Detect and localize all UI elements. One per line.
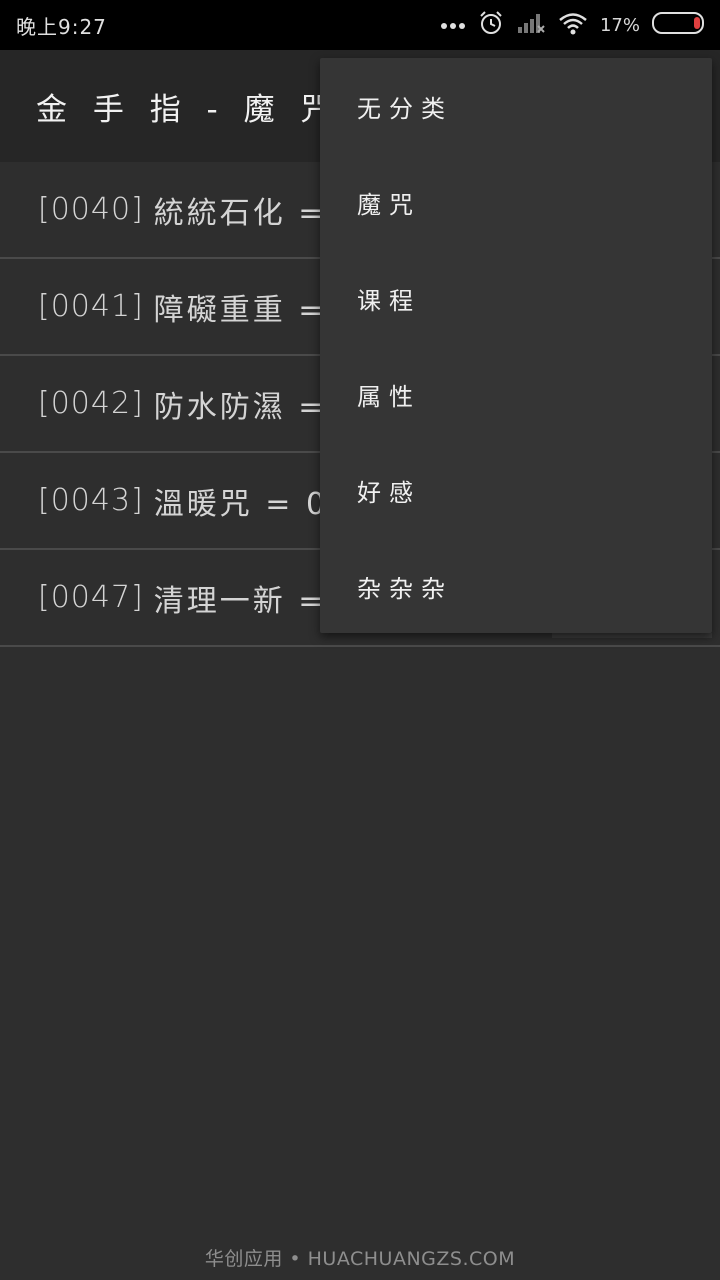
- battery-percentage: 17%: [599, 14, 640, 36]
- signal-icon: [516, 11, 546, 39]
- menu-item-uncategorized[interactable]: 无分类: [320, 58, 712, 154]
- page-title: 金 手 指 - 魔 咒: [36, 91, 340, 128]
- item-text: 統統石化 =: [153, 195, 327, 231]
- item-code: [0040]: [38, 192, 144, 227]
- alarm-icon: [478, 10, 504, 40]
- item-code: [0043]: [38, 483, 144, 518]
- item-code: [0047]: [38, 580, 144, 615]
- item-text: 清理一新 =: [153, 583, 327, 619]
- item-code: [0042]: [38, 386, 144, 421]
- battery-icon: [652, 11, 706, 39]
- menu-item-courses[interactable]: 课程: [320, 250, 712, 346]
- menu-item-misc[interactable]: 杂杂杂: [320, 538, 712, 634]
- menu-item-attributes[interactable]: 属性: [320, 346, 712, 442]
- menu-item-spells[interactable]: 魔咒: [320, 154, 712, 250]
- menu-item-affection[interactable]: 好感: [320, 442, 712, 538]
- item-code: [0041]: [38, 289, 144, 324]
- watermark: 华创应用 • HUACHUANGZS.COM: [204, 1248, 516, 1270]
- item-text: 防水防濕 =: [153, 389, 327, 425]
- wifi-icon: [558, 11, 588, 39]
- status-time: 晚上9:27: [16, 14, 107, 39]
- item-text: 障礙重重 =: [153, 292, 327, 328]
- item-text: 溫暖咒 = 0: [153, 486, 329, 522]
- status-bar: 晚上9:27 17%: [0, 0, 720, 50]
- category-dropdown-menu: 无分类 魔咒 课程 属性 好感 杂杂杂: [320, 58, 712, 633]
- more-dots-icon: [440, 16, 466, 35]
- status-icons: 17%: [440, 10, 706, 40]
